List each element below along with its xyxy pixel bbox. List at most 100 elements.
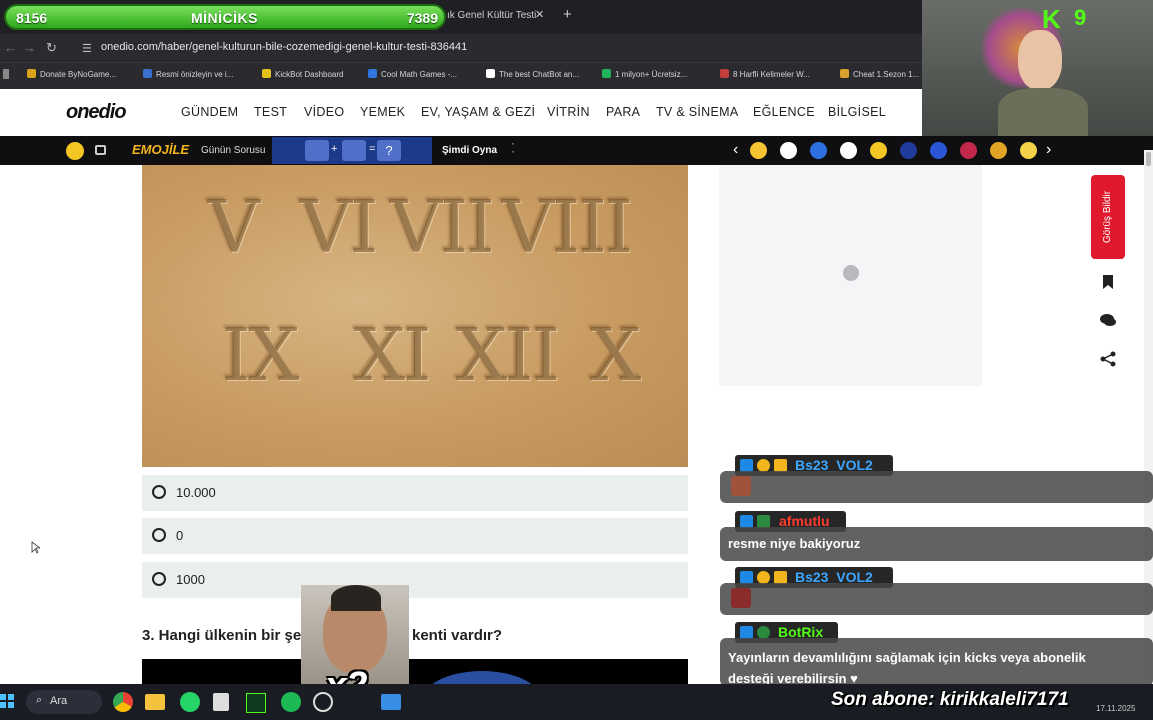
bookmark-item[interactable]: 8 Harfli Kelimeler W...	[720, 69, 810, 79]
chat-message: Yayınların devamlılığını sağlamak için k…	[720, 638, 1153, 686]
emoji-crown-icon[interactable]	[990, 142, 1007, 159]
whatsapp-icon[interactable]	[180, 692, 200, 712]
emoji-dk-icon[interactable]	[840, 142, 857, 159]
radio-button[interactable]	[152, 528, 166, 542]
nav-test[interactable]: TEST	[254, 105, 287, 119]
stream-app-icon[interactable]	[246, 693, 266, 713]
address-bar-url[interactable]: onedio.com/haber/genel-kulturun-bile-coz…	[101, 41, 467, 53]
answer-option-label: 0	[176, 528, 184, 543]
radio-button[interactable]	[152, 485, 166, 499]
score-right: 7389	[406, 10, 438, 26]
emoji-mask-icon[interactable]	[1020, 142, 1037, 159]
bookmark-item[interactable]: Resmi önizleyin ve i...	[143, 69, 233, 79]
emoji-badge-icon[interactable]	[810, 142, 827, 159]
bookmark-item[interactable]: Cool Math Games -...	[368, 69, 457, 79]
answer-option-label: 1000	[176, 572, 205, 587]
answer-option-label: 10.000	[176, 485, 216, 500]
question-3-title: 3. Hangi ülkenin bir şehri	[142, 627, 321, 644]
notepad-icon[interactable]	[213, 693, 229, 711]
nav-para[interactable]: PARA	[606, 105, 640, 119]
bookmark-item[interactable]: Donate ByNoGame...	[27, 69, 116, 79]
play-now-button[interactable]: Şimdi Oyna	[442, 145, 497, 156]
chat-message	[720, 471, 1153, 503]
answer-option[interactable]: 10.000	[142, 475, 688, 511]
new-tab-button[interactable]: +	[563, 6, 572, 23]
radio-button[interactable]	[152, 572, 166, 586]
emoji-face-icon[interactable]	[66, 142, 84, 160]
bookmark-favicon-icon	[27, 69, 36, 78]
nav-video[interactable]: VİDEO	[304, 105, 344, 119]
windows-start-icon[interactable]	[0, 694, 14, 708]
sand-numeral: XII	[456, 313, 560, 397]
answer-option[interactable]: 0	[142, 518, 688, 554]
bookmark-item[interactable]: The best ChatBot an...	[486, 69, 579, 79]
emojile-brand[interactable]: EMOJİLE	[132, 142, 189, 157]
feedback-button[interactable]: Görüş Bildir	[1091, 175, 1125, 259]
carousel-prev-icon[interactable]: ‹	[733, 141, 738, 159]
sand-numeral: IX	[222, 313, 300, 397]
spotify-icon[interactable]	[281, 692, 301, 712]
chat-message: resme niye bakiyoruz	[720, 527, 1153, 561]
photos-icon[interactable]	[381, 694, 401, 710]
bookmark-favicon-icon	[720, 69, 729, 78]
score-title: MİNİCİKS	[191, 10, 258, 26]
calendar-icon[interactable]	[95, 145, 106, 155]
emoji-snowflake-icon[interactable]	[900, 142, 917, 159]
daily-question-label: Günün Sorusu	[201, 145, 266, 156]
share-icon[interactable]	[1099, 350, 1117, 368]
obs-icon[interactable]	[313, 692, 333, 712]
score-overlay: 8156 MİNİCİKS 7389	[4, 4, 446, 30]
streamer-face	[1018, 30, 1062, 90]
bookmark-item[interactable]: 1 milyon+ Ücretsiz...	[602, 69, 687, 79]
taskbar-date: 17.11.2025	[1096, 704, 1136, 713]
tab-close-icon[interactable]: ✕	[535, 8, 544, 21]
forward-arrow-icon[interactable]: →	[23, 40, 36, 55]
nav-gundem[interactable]: GÜNDEM	[181, 105, 238, 119]
sand-numeral: XI	[354, 313, 432, 397]
file-explorer-icon[interactable]	[145, 694, 165, 710]
answer-option[interactable]: 1000	[142, 562, 688, 598]
bookmark-folder-icon[interactable]	[3, 69, 9, 79]
chat-message	[720, 583, 1153, 615]
emoji-smile-icon[interactable]	[750, 142, 767, 159]
equals-sign: =	[369, 143, 376, 155]
onedio-logo[interactable]: onedio	[66, 101, 127, 124]
bookmark-favicon-icon	[486, 69, 495, 78]
bookmark-icon[interactable]	[1099, 273, 1117, 291]
plus-icon: +	[331, 143, 338, 155]
bookmark-item[interactable]: KickBot Dashboard	[262, 69, 343, 79]
puzzle-emoji-slot-1	[305, 140, 329, 161]
chat-message-text: Yayınların devamlılığını sağlamak için k…	[728, 650, 1086, 686]
nav-ev-yasam-gezi[interactable]: EV, YAŞAM & GEZİ	[421, 105, 535, 119]
site-info-icon[interactable]: ☰	[82, 42, 92, 55]
emoji-fire-icon[interactable]	[960, 142, 977, 159]
more-options-icon[interactable]: · ·	[511, 137, 515, 157]
nav-tv-sinema[interactable]: TV & SİNEMA	[656, 105, 738, 119]
reload-icon[interactable]: ↻	[46, 40, 57, 56]
streamer-webcam: K 9	[922, 0, 1153, 136]
emoji-cross-icon[interactable]	[780, 142, 797, 159]
chrome-icon[interactable]	[113, 692, 133, 712]
bookmark-item[interactable]: Cheat 1.Sezon 1...	[840, 69, 919, 79]
puzzle-emoji-slot-2	[342, 140, 366, 161]
mouse-cursor-icon	[31, 541, 40, 554]
comments-icon[interactable]	[1099, 311, 1117, 329]
sand-numeral: VI	[300, 185, 378, 269]
ad-placeholder	[719, 165, 982, 386]
emoji-face-icon[interactable]	[870, 142, 887, 159]
emoji-badge-icon[interactable]	[930, 142, 947, 159]
nav-bilgisel[interactable]: BİLGİSEL	[828, 105, 886, 119]
nav-yemek[interactable]: YEMEK	[360, 105, 405, 119]
nav-vitrin[interactable]: VİTRİN	[547, 105, 590, 119]
scrollbar-thumb[interactable]	[1146, 152, 1151, 166]
bookmark-favicon-icon	[262, 69, 271, 78]
nav-eglence[interactable]: EĞLENCE	[753, 105, 815, 119]
back-arrow-icon[interactable]: ←	[4, 40, 17, 55]
last-subscriber-label: Son abone: kirikkaleli7171	[831, 689, 1069, 710]
score-left: 8156	[16, 10, 48, 26]
browser-tab-title[interactable]: ık Genel Kültür Testi	[447, 10, 536, 21]
carousel-next-icon[interactable]: ›	[1046, 141, 1051, 159]
streamer-shoulders	[998, 88, 1088, 136]
taskbar-search-box[interactable]: Ara ⌕	[26, 690, 102, 714]
sand-numeral: V	[208, 185, 260, 269]
